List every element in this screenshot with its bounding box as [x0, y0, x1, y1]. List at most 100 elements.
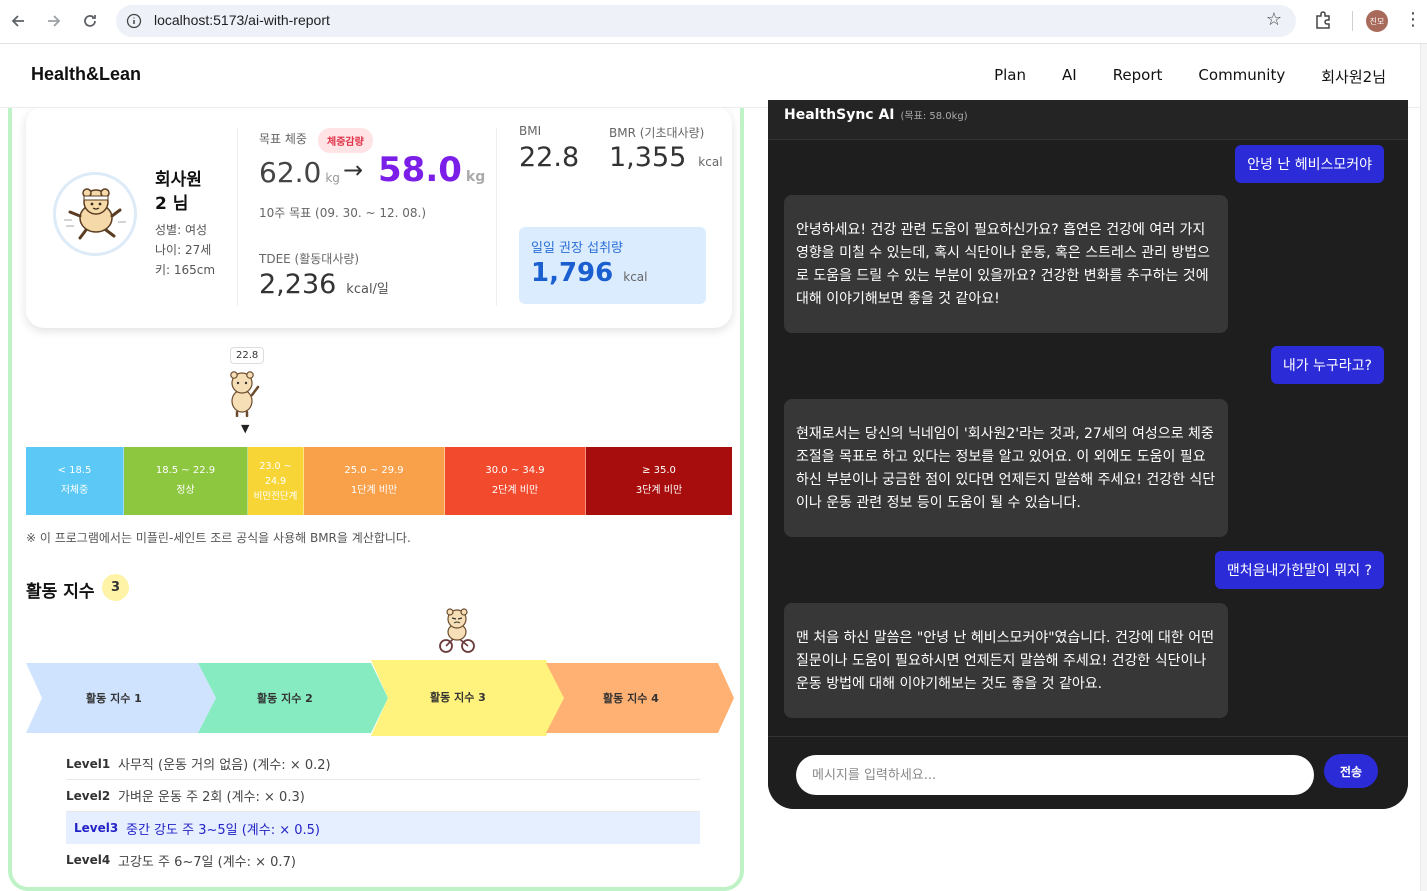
- bmi-segment-range: 25.0 ~ 29.9: [344, 465, 404, 476]
- report-panel: 회사원 2 님 성별: 여성 나이: 27세 키: 165cm 목표 체중 체중…: [8, 108, 744, 891]
- bmi-segment: 30.0 ~ 34.9 2단계 비만: [445, 447, 586, 515]
- bmi-segment-range: 23.0 ~ 24.9: [259, 460, 292, 487]
- chat-subtitle: (목표: 58.0kg): [900, 111, 968, 122]
- browser-menu-icon[interactable]: ⋮: [1404, 9, 1422, 30]
- bmi-pointer-marker: ▼: [241, 422, 250, 435]
- activity-title: 활동 지수: [26, 582, 95, 602]
- activity-level-row[interactable]: Level4 고강도 주 6~7일 (계수: × 0.7): [66, 844, 700, 876]
- bmi-segment: 18.5 ~ 22.9 정상: [124, 447, 248, 515]
- user-message: 맨처음내가한말이 뭐지 ?: [1214, 551, 1384, 589]
- bmi-segment-range: 30.0 ~ 34.9: [485, 465, 545, 476]
- chat-input-bar: 전송: [768, 736, 1408, 809]
- browser-toolbar: localhost:5173/ai-with-report ☆ 진모 ⋮: [0, 0, 1427, 44]
- bmi-segment: 25.0 ~ 29.9 1단계 비만: [304, 447, 445, 515]
- recommended-intake-box: 일일 권장 섭취량 1,796 kcal: [519, 227, 706, 304]
- divider: [237, 128, 238, 306]
- avatar: [53, 172, 137, 256]
- profile-avatar[interactable]: 진모: [1366, 10, 1388, 32]
- message-input[interactable]: [796, 755, 1314, 795]
- bmr: 1,355 kcal: [609, 142, 723, 173]
- bmi-segment-label: 정상: [176, 485, 195, 496]
- address-bar[interactable]: localhost:5173/ai-with-report ☆: [116, 5, 1296, 37]
- recommended-intake-unit: kcal: [623, 270, 648, 284]
- nav-plan[interactable]: Plan: [994, 66, 1026, 87]
- target-weight-label: 목표 체중: [259, 132, 307, 146]
- top-navigation: Plan AI Report Community 회사원2님: [958, 66, 1386, 87]
- bmi-segment: < 18.5 저체중: [26, 447, 124, 515]
- chat-messages[interactable]: 안녕 난 헤비스모커야 안녕하세요! 건강 관련 도움이 필요하신가요? 흡연은…: [768, 140, 1408, 736]
- running-bear-icon: [64, 188, 126, 240]
- level-name: Level1: [66, 756, 111, 771]
- activity-level-row[interactable]: Level1 사무직 (운동 거의 없음) (계수: × 0.2): [66, 748, 700, 780]
- arrow-icon: →: [343, 156, 364, 184]
- chat-title: HealthSync AI (목표: 58.0kg): [784, 107, 968, 123]
- user-gender: 성별: 여성: [155, 223, 208, 237]
- bmi-pointer-label: 22.8: [230, 347, 265, 364]
- user-info: 성별: 여성 나이: 27세 키: 165cm: [155, 220, 215, 280]
- activity-step-label: 활동 지수 3: [430, 691, 486, 704]
- level-name: Level2: [66, 788, 111, 803]
- reload-icon[interactable]: [78, 9, 102, 33]
- chat-panel: HealthSync AI (목표: 58.0kg) 안녕 난 헤비스모커야 안녕…: [768, 100, 1408, 809]
- bmi-bear-icon: [226, 369, 262, 421]
- url-text[interactable]: localhost:5173/ai-with-report: [154, 12, 330, 28]
- recommended-intake-value: 1,796: [531, 258, 614, 288]
- goal-badge: 체중감량: [318, 128, 373, 153]
- bmi-segment: 23.0 ~ 24.9 비만전단계: [248, 447, 304, 515]
- bmi-segment-range: < 18.5: [57, 465, 92, 476]
- page-scrollbar[interactable]: [1420, 44, 1427, 891]
- bmi-label: BMI: [519, 124, 542, 138]
- level-desc: 중간 강도 주 3~5일 (계수: × 0.5): [126, 822, 320, 838]
- user-name-line1: 회사원: [155, 170, 202, 190]
- bmi-segment-label: 3단계 비만: [635, 485, 683, 496]
- tdee-value: 2,236: [259, 269, 337, 300]
- chat-title-text: HealthSync AI: [784, 107, 895, 123]
- nav-ai[interactable]: AI: [1062, 66, 1077, 87]
- send-button[interactable]: 전송: [1324, 754, 1378, 788]
- divider: [496, 128, 497, 306]
- bmi-segment: ≥ 35.0 3단계 비만: [586, 447, 732, 515]
- forward-icon[interactable]: [42, 9, 66, 33]
- current-weight: 62.0 kg: [259, 156, 340, 189]
- bmi-segment-label: 2단계 비만: [491, 485, 539, 496]
- target-weight: 58.0 kg: [378, 150, 485, 190]
- bmi-segment-label: 1단계 비만: [350, 485, 398, 496]
- activity-level-row-selected[interactable]: Level3 중간 강도 주 3~5일 (계수: × 0.5): [66, 812, 700, 844]
- app-header: Health&Lean Plan AI Report Community 회사원…: [0, 44, 1420, 108]
- logo[interactable]: Health&Lean: [31, 64, 141, 85]
- user-age: 나이: 27세: [155, 243, 212, 257]
- level-name: Level4: [66, 853, 111, 867]
- recommended-intake: 1,796 kcal: [531, 258, 647, 288]
- user-message: 내가 누구라고?: [1270, 346, 1384, 384]
- nav-report[interactable]: Report: [1113, 66, 1163, 87]
- ai-message: 현재로서는 당신의 닉네임이 '회사원2'라는 것과, 27세의 여성으로 체중…: [784, 399, 1228, 537]
- nav-community[interactable]: Community: [1198, 66, 1285, 87]
- user-message: 안녕 난 헤비스모커야: [1235, 145, 1384, 183]
- target-weight-value: 58.0: [378, 150, 462, 190]
- level-desc: 고강도 주 6~7일 (계수: × 0.7): [118, 854, 296, 870]
- weight-unit: kg: [465, 169, 486, 185]
- nav-user[interactable]: 회사원2님: [1321, 66, 1386, 87]
- activity-step-label: 활동 지수 2: [257, 692, 313, 705]
- tdee-label: TDEE (활동대사량): [259, 252, 360, 266]
- site-info-icon[interactable]: [126, 13, 142, 29]
- level-desc: 사무직 (운동 거의 없음) (계수: × 0.2): [118, 758, 331, 773]
- tdee-unit: kcal/일: [346, 282, 389, 297]
- current-weight-value: 62.0: [259, 156, 322, 189]
- bmi-scale-bar: < 18.5 저체중 18.5 ~ 22.9 정상 23.0 ~ 24.9 비만전단계…: [26, 447, 732, 515]
- activity-level-row[interactable]: Level2 가벼운 운동 주 2회 (계수: × 0.3): [66, 780, 700, 812]
- bmr-label: BMR (기초대사량): [609, 126, 705, 140]
- goal-period: 10주 목표 (09. 30. ~ 12. 08.): [259, 206, 427, 220]
- ai-message: 맨 처음 하신 말씀은 "안녕 난 헤비스모커야"였습니다. 건강에 대한 어떤…: [784, 603, 1228, 718]
- level-name: Level3: [74, 821, 119, 835]
- bmr-formula-note: ※ 이 프로그램에서는 미플린-세인트 조르 공식을 사용해 BMR을 계산합니…: [26, 531, 411, 545]
- bmi-segment-label: 비만전단계: [253, 490, 298, 502]
- bmi-segment-range: 18.5 ~ 22.9: [155, 465, 216, 476]
- recommended-intake-label: 일일 권장 섭취량: [531, 241, 623, 256]
- bmr-unit: kcal: [698, 155, 723, 169]
- extensions-icon[interactable]: [1313, 10, 1335, 32]
- user-name-line2: 2 님: [155, 194, 189, 214]
- bookmark-star-icon[interactable]: ☆: [1266, 9, 1282, 30]
- weight-unit: kg: [325, 171, 340, 185]
- back-icon[interactable]: [6, 9, 30, 33]
